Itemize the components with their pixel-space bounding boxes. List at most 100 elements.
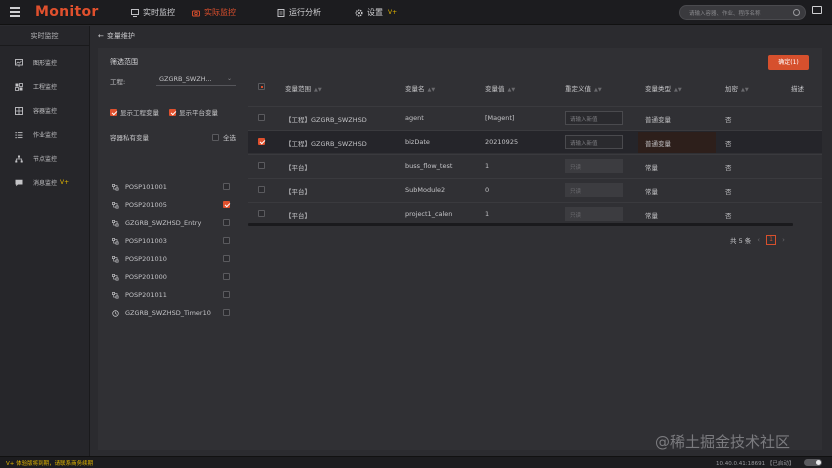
prev-page-icon[interactable]: ‹ <box>757 236 760 244</box>
col-label: 重定义值 <box>565 85 591 93</box>
checkbox-icon[interactable] <box>223 219 230 226</box>
select-all-checkbox[interactable]: 全选 <box>212 132 236 142</box>
nav-actual-monitor[interactable]: 实际监控 <box>192 7 236 18</box>
checkbox-icon[interactable] <box>169 108 176 116</box>
var-icon <box>112 183 119 190</box>
table-row[interactable]: 【平台】 project1_calen 1 只读 常量 否 <box>248 202 822 225</box>
camera-icon <box>192 10 200 16</box>
sort-icon[interactable]: ▲▼ <box>314 87 322 93</box>
container-var-item[interactable]: GZGRB_SWZHSD_Timer10 <box>112 307 236 319</box>
back-arrow-icon[interactable]: ← <box>98 32 104 40</box>
status-toggle[interactable] <box>804 459 822 466</box>
row-checkbox[interactable] <box>258 210 265 217</box>
cell-name: buss_flow_test <box>405 162 453 170</box>
sidebar-item-label: 图形监控 <box>33 60 58 67</box>
container-var-item[interactable]: POSP201010 <box>112 253 236 265</box>
project-select[interactable]: GZGRB_SWZH... ⌄ <box>156 72 236 86</box>
search-icon[interactable] <box>793 9 800 16</box>
confirm-button[interactable]: 确定(1) <box>768 55 809 70</box>
sidebar-item-node[interactable]: 节点监控 <box>15 154 57 163</box>
table-row[interactable]: 【平台】 SubModule2 0 只读 常量 否 <box>248 178 822 201</box>
container-var-item[interactable]: POSP101003 <box>112 235 236 247</box>
sort-icon[interactable]: ▲▼ <box>594 87 602 93</box>
container-var-item[interactable]: GZGRB_SWZHSD_Entry <box>112 217 236 229</box>
container-vars-header: 容器私有变量 全选 <box>110 132 236 142</box>
sidebar-item-job[interactable]: 作业监控 <box>15 130 57 139</box>
variable-table: 确定(1) 变量范围 ▲▼ 变量名 ▲▼ 变量值 ▲▼ 重定义值 ▲▼ 变量类型 ▲▼ 加… <box>248 48 822 450</box>
nav-settings[interactable]: 设置 V+ <box>355 7 397 18</box>
show-project-vars-checkbox[interactable]: 显示工程变量 <box>110 107 159 117</box>
sort-icon[interactable]: ▲▼ <box>741 87 749 93</box>
list-icon <box>15 131 23 138</box>
container-var-item[interactable]: POSP101001 <box>112 181 236 193</box>
col-name[interactable]: 变量名 ▲▼ <box>405 83 435 93</box>
cell-name: SubModule2 <box>405 186 446 194</box>
table-scrollbar[interactable] <box>248 223 793 226</box>
cell-value: 1 <box>485 210 490 218</box>
checkbox-icon[interactable] <box>223 183 230 190</box>
pagination: 共 5 条 ‹ 1 › <box>730 235 785 245</box>
cell-scope: 【平台】 <box>285 188 311 196</box>
sort-icon[interactable]: ▲▼ <box>508 87 516 93</box>
pager-total: 共 5 条 <box>730 237 752 245</box>
table-header: 变量范围 ▲▼ 变量名 ▲▼ 变量值 ▲▼ 重定义值 ▲▼ 变量类型 ▲▼ 加密 ▲▼ 描述 <box>248 78 822 96</box>
container-vars-title: 容器私有变量 <box>110 134 149 142</box>
vplus-notice: V+ 体验版将到期，请联系商务续期 <box>6 461 94 467</box>
chat-icon[interactable] <box>812 6 822 14</box>
sidebar-item-message[interactable]: 消息监控 V+ <box>15 178 69 187</box>
col-scope[interactable]: 变量范围 ▲▼ <box>285 83 322 93</box>
sort-icon[interactable]: ▲▼ <box>674 87 682 93</box>
col-label: 变量名 <box>405 85 425 93</box>
col-value[interactable]: 变量值 ▲▼ <box>485 83 515 93</box>
cell-type: 普通变量 <box>645 140 671 148</box>
row-checkbox[interactable] <box>258 114 265 121</box>
container-var-item[interactable]: POSP201005 <box>112 199 236 211</box>
vplus-badge: V+ <box>388 9 398 16</box>
nav-run-analysis[interactable]: 运行分析 <box>277 7 321 18</box>
show-platform-vars-checkbox[interactable]: 显示平台变量 <box>169 107 218 117</box>
checkbox-icon[interactable] <box>223 309 230 316</box>
checkbox-icon[interactable] <box>223 291 230 298</box>
col-label: 加密 <box>725 85 738 93</box>
menu-icon[interactable] <box>10 7 20 17</box>
redefine-input[interactable]: 请输入新值 <box>565 135 623 149</box>
top-bar: Monitor 实时监控 实际监控 运行分析 设置 V+ 请输入容器、作业、程序… <box>0 0 832 25</box>
col-encrypt[interactable]: 加密 ▲▼ <box>725 83 749 93</box>
sort-icon[interactable]: ▲▼ <box>428 87 436 93</box>
col-label: 变量范围 <box>285 85 311 93</box>
sidebar-item-graph[interactable]: 图形监控 <box>15 58 57 67</box>
col-redefine[interactable]: 重定义值 ▲▼ <box>565 83 602 93</box>
row-checkbox[interactable] <box>258 186 265 193</box>
checkbox-icon[interactable] <box>212 133 219 141</box>
next-page-icon[interactable]: › <box>782 236 785 244</box>
row-checkbox[interactable] <box>258 162 265 169</box>
server-status: 10.40.0.41:18691 【已启动】 <box>716 461 795 467</box>
table-row[interactable]: 【平台】 buss_flow_test 1 只读 常量 否 <box>248 154 822 177</box>
table-row[interactable]: 【工程】GZGRB_SWZHSD agent [Magent] 请输入新值 普通变量 否 <box>248 106 822 129</box>
checkbox-icon[interactable] <box>223 237 230 244</box>
cell-encrypt: 否 <box>725 140 732 148</box>
checkbox-icon[interactable] <box>223 201 230 208</box>
breadcrumb[interactable]: ← 变量维护 <box>98 31 135 41</box>
sidebar-item-container[interactable]: 容器监控 <box>15 106 57 115</box>
container-var-item[interactable]: POSP201000 <box>112 271 236 283</box>
checkbox-icon[interactable] <box>223 273 230 280</box>
checkbox-icon[interactable] <box>223 255 230 262</box>
cell-type: 常量 <box>645 188 658 196</box>
col-desc: 描述 <box>791 83 804 93</box>
search-input[interactable]: 请输入容器、作业、程序名称 <box>679 5 806 20</box>
header-checkbox[interactable] <box>258 83 265 90</box>
redefine-input: 只读 <box>565 207 623 221</box>
row-checkbox[interactable] <box>258 138 265 145</box>
page-button[interactable]: 1 <box>766 235 777 245</box>
nav-realtime-monitor[interactable]: 实时监控 <box>131 7 175 18</box>
cell-encrypt: 否 <box>725 116 732 124</box>
redefine-input[interactable]: 请输入新值 <box>565 111 623 125</box>
container-var-item[interactable]: POSP201011 <box>112 289 236 301</box>
cell-value: 20210925 <box>485 138 519 146</box>
col-type[interactable]: 变量类型 ▲▼ <box>645 83 682 93</box>
checkbox-icon[interactable] <box>110 108 117 116</box>
cell-encrypt: 否 <box>725 212 732 220</box>
table-row[interactable]: 【工程】GZGRB_SWZHSD bizDate 20210925 请输入新值 普通变量… <box>248 130 822 153</box>
sidebar-item-project[interactable]: 工程监控 <box>15 82 57 91</box>
